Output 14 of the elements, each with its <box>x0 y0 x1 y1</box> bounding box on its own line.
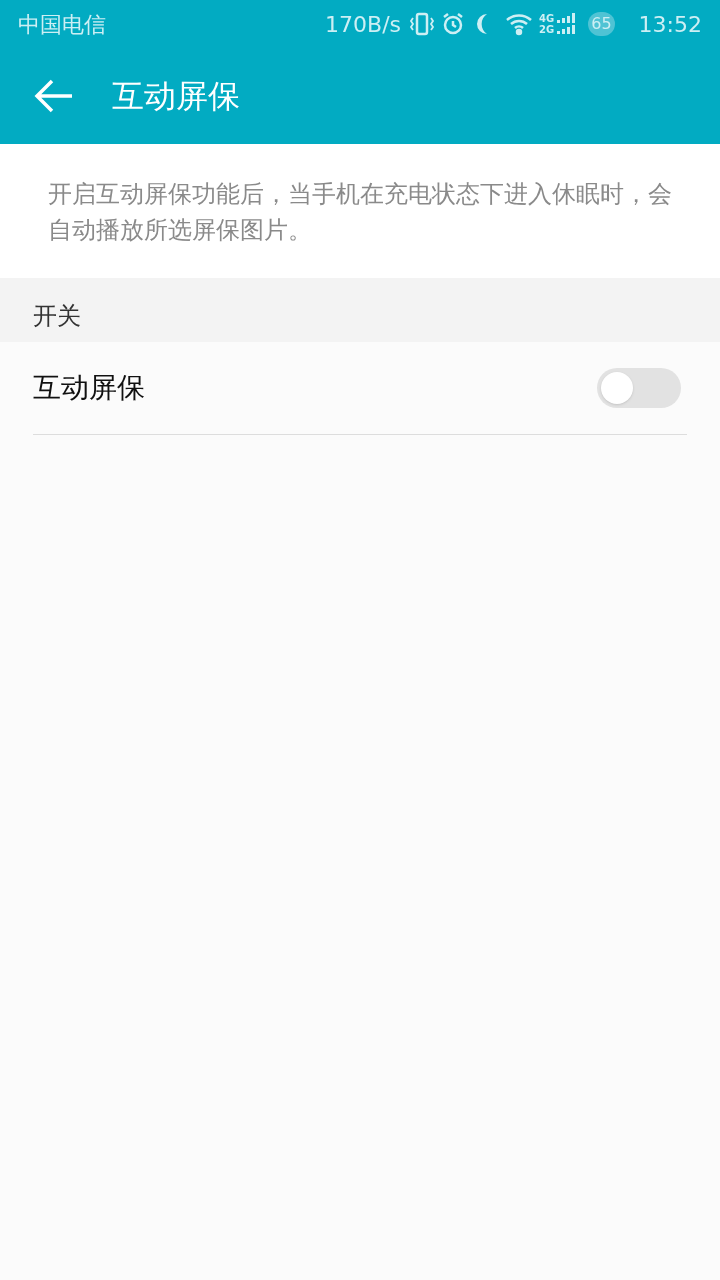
toggle-switch[interactable] <box>597 368 681 408</box>
page-title: 互动屏保 <box>112 76 240 117</box>
section-header: 开关 <box>33 301 81 332</box>
back-arrow-icon <box>34 79 74 113</box>
network-speed: 170B/s <box>325 10 402 39</box>
setting-label: 互动屏保 <box>33 370 146 406</box>
battery-level: 65 <box>588 12 615 36</box>
vibrate-icon <box>409 12 436 36</box>
carrier-name: 中国电信 <box>18 10 106 39</box>
signal-icon <box>556 13 577 35</box>
network-type: 4G <box>539 13 555 24</box>
description-text: 开启互动屏保功能后，当手机在充电状态下进入休眠时，会自动播放所选屏保图片。 <box>48 179 672 246</box>
network-type: 2G <box>539 24 555 35</box>
clock-time: 13:52 <box>638 10 702 39</box>
